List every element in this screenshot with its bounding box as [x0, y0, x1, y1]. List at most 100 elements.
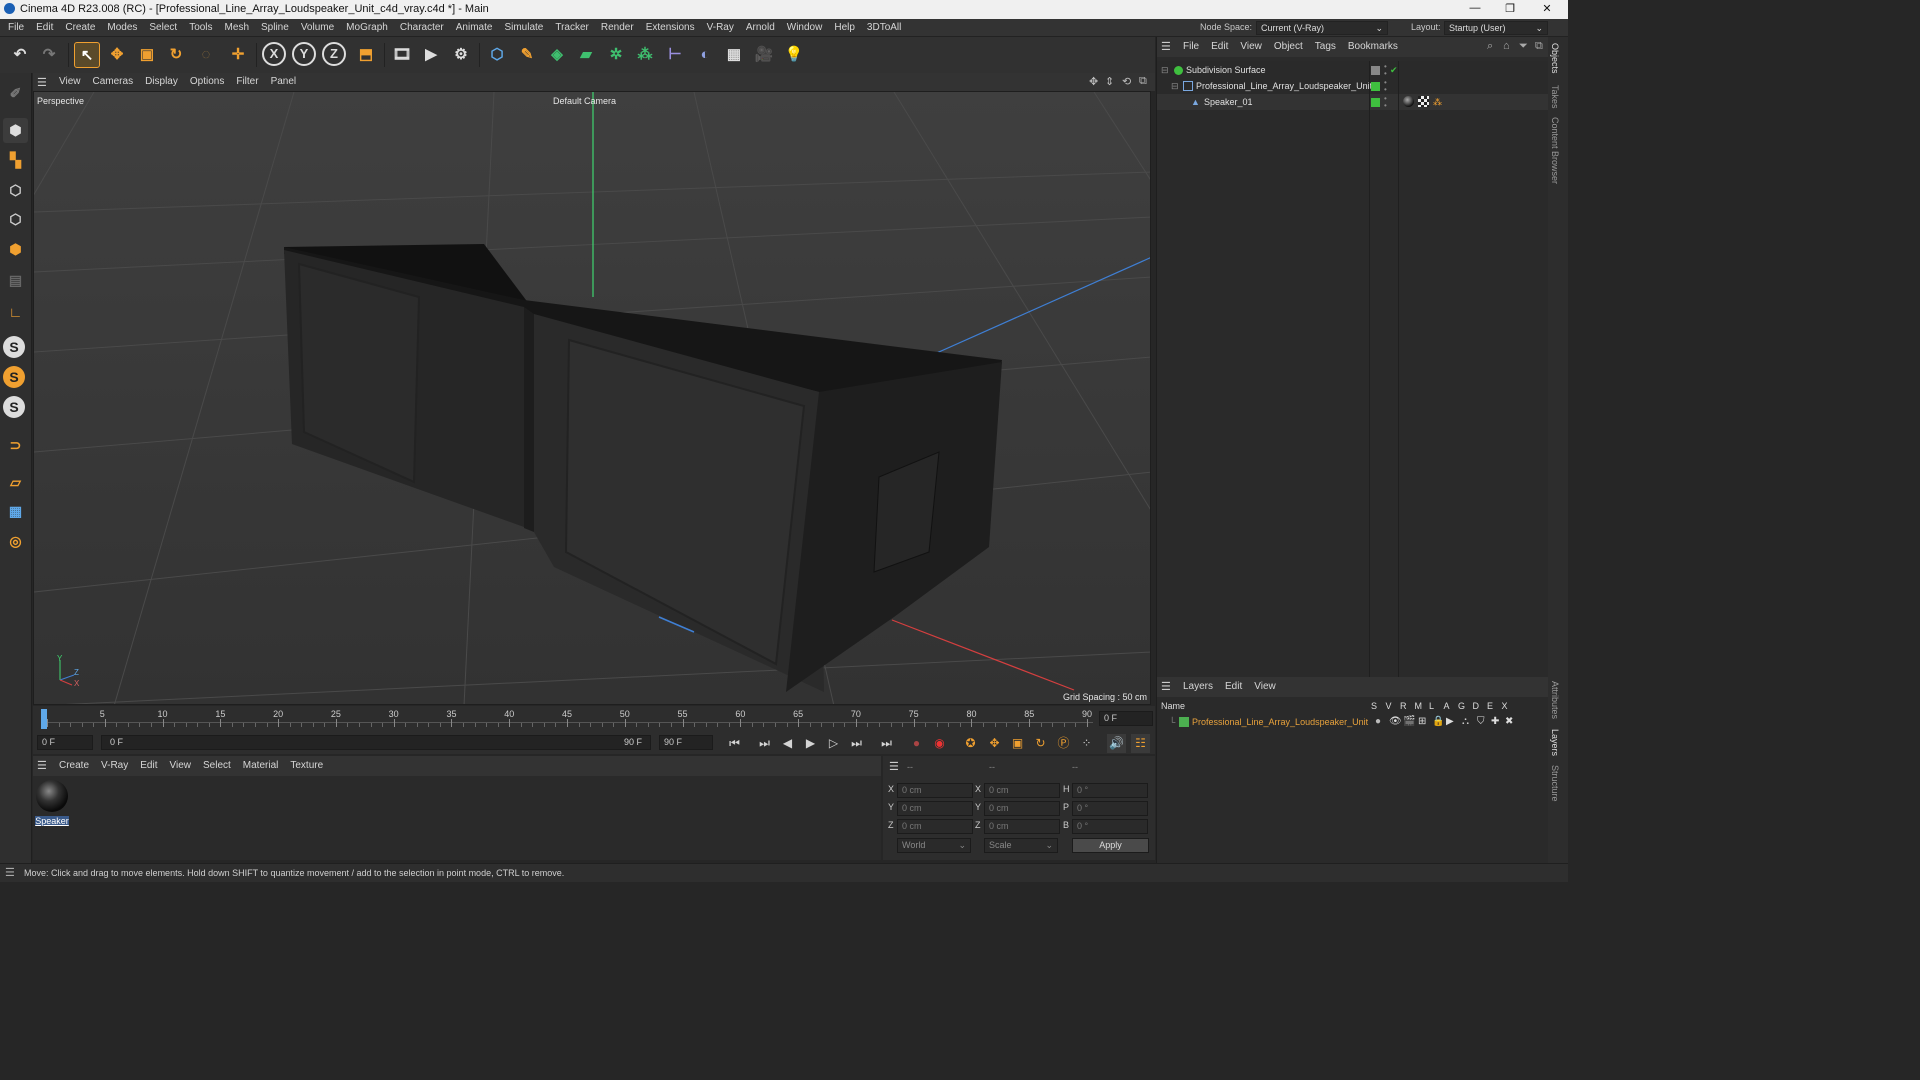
coord-value-field[interactable]: 0 cm — [984, 783, 1060, 798]
tab-takes[interactable]: Takes — [1550, 85, 1560, 109]
record-keys-icon[interactable]: ● — [907, 734, 926, 753]
go-to-end-icon[interactable]: ⏭ — [877, 734, 896, 753]
layer-color-swatch[interactable] — [1179, 717, 1189, 727]
end-frame-field[interactable]: 90 F — [659, 735, 713, 750]
close-icon[interactable]: ✕ — [1539, 2, 1555, 16]
menu-item-create[interactable]: Create — [59, 19, 101, 37]
hamburger-icon[interactable]: ☰ — [889, 760, 899, 773]
light-icon[interactable]: 💡 — [781, 42, 807, 68]
object-menu-edit[interactable]: Edit — [1205, 38, 1234, 56]
manager-icon[interactable]: ⊞ — [1418, 714, 1426, 730]
object-row-loudspeaker[interactable]: ⊟ Professional_Line_Array_Loudspeaker_Un… — [1157, 78, 1549, 94]
spline-pen-icon[interactable]: ✎ — [514, 42, 540, 68]
layer-column-header[interactable]: A — [1444, 701, 1459, 711]
snap-settings-icon[interactable]: S — [3, 366, 25, 388]
material-menu-select[interactable]: Select — [197, 757, 237, 775]
layer-column-header[interactable]: S — [1371, 701, 1386, 711]
coord-value-field[interactable]: 0 ° — [1072, 819, 1148, 834]
snap-icon[interactable]: S — [3, 336, 25, 358]
texture-mode-icon[interactable]: ▚ — [3, 148, 28, 173]
axis-mode-icon[interactable]: ∟ — [3, 300, 28, 325]
render-region-icon[interactable]: 🎞 — [389, 42, 415, 68]
rotate-view-icon[interactable]: ⟲ — [1122, 75, 1131, 88]
material-menu-texture[interactable]: Texture — [284, 757, 329, 775]
camera-icon[interactable]: 🎥 — [751, 42, 777, 68]
make-editable-icon[interactable]: ✐ — [3, 81, 28, 106]
layer-color-swatch[interactable] — [1371, 66, 1380, 75]
start-frame-field[interactable]: 0 F — [37, 735, 93, 750]
workplane-icon[interactable]: ▱ — [3, 470, 28, 495]
pan-view-icon[interactable]: ✥ — [1089, 75, 1098, 88]
tab-layers[interactable]: Layers — [1550, 729, 1560, 756]
layer-menu-edit[interactable]: Edit — [1219, 678, 1248, 696]
layer-row[interactable]: └ Professional_Line_Array_Loudspeaker_Un… — [1157, 714, 1549, 730]
extrude-icon[interactable]: ▰ — [573, 42, 599, 68]
menu-item-character[interactable]: Character — [394, 19, 450, 37]
hamburger-icon[interactable]: ☰ — [5, 864, 15, 882]
menu-item-tools[interactable]: Tools — [183, 19, 218, 37]
frame-range-slider[interactable]: 0 F 90 F — [101, 735, 651, 750]
key-rotation-icon[interactable]: ↻ — [1031, 734, 1050, 753]
grid-icon[interactable]: ▦ — [3, 499, 28, 524]
generators-icon[interactable]: ⛬ — [1462, 714, 1469, 730]
expressions-icon[interactable]: ✚ — [1491, 714, 1499, 730]
viewport-perspective[interactable]: Perspective Default Camera Grid Spacing … — [33, 91, 1151, 705]
collapse-icon[interactable]: ⊟ — [1161, 62, 1169, 78]
camera-label[interactable]: Default Camera — [553, 96, 616, 106]
cloner-icon[interactable]: ✲ — [603, 42, 629, 68]
check-icon[interactable]: ✔ — [1390, 62, 1398, 78]
menu-item-tracker[interactable]: Tracker — [549, 19, 595, 37]
texture-tag-icon[interactable] — [1418, 96, 1429, 107]
select-tool-icon[interactable]: ↖ — [74, 42, 100, 68]
go-to-start-icon[interactable]: ⏮ — [725, 734, 744, 753]
viewport-menu-filter[interactable]: Filter — [230, 73, 264, 91]
material-menu-material[interactable]: Material — [237, 757, 285, 775]
hamburger-icon[interactable]: ☰ — [37, 76, 47, 89]
menu-item-mesh[interactable]: Mesh — [219, 19, 255, 37]
viewport-menu-view[interactable]: View — [53, 73, 87, 91]
object-menu-view[interactable]: View — [1234, 38, 1268, 56]
minimize-icon[interactable]: — — [1467, 2, 1483, 16]
layer-menu-view[interactable]: View — [1248, 678, 1282, 696]
object-menu-object[interactable]: Object — [1268, 38, 1309, 56]
visibility-dots[interactable]: • • — [1384, 79, 1387, 94]
key-pla-icon[interactable]: ⁘ — [1077, 734, 1096, 753]
layer-column-header[interactable]: R — [1400, 701, 1415, 711]
object-menu-file[interactable]: File — [1177, 38, 1205, 56]
hamburger-icon[interactable]: ☰ — [37, 759, 47, 772]
move-tool-icon[interactable]: ✥ — [104, 42, 130, 68]
menu-item-help[interactable]: Help — [828, 19, 861, 37]
menu-item-3dtoall[interactable]: 3DToAll — [861, 19, 907, 37]
deformer-icon[interactable]: ⊢ — [662, 42, 688, 68]
render-icon[interactable]: 🎬 — [1403, 714, 1415, 730]
search-icon[interactable]: ⌕ — [1487, 40, 1493, 53]
object-row-subdivision[interactable]: ⊟ Subdivision Surface • • ✔ — [1157, 62, 1549, 78]
menu-item-simulate[interactable]: Simulate — [498, 19, 549, 37]
view-visibility-icon[interactable]: 👁 — [1389, 714, 1402, 730]
coord-value-field[interactable]: 0 cm — [984, 819, 1060, 834]
layer-column-header[interactable]: E — [1487, 701, 1502, 711]
play-icon[interactable]: ▶ — [801, 734, 820, 753]
field-icon[interactable]: ◐ — [692, 42, 718, 68]
menu-item-arnold[interactable]: Arnold — [740, 19, 781, 37]
tab-content-browser[interactable]: Content Browser — [1550, 117, 1560, 184]
coord-value-field[interactable]: 0 cm — [984, 801, 1060, 816]
menu-item-modes[interactable]: Modes — [101, 19, 143, 37]
new-window-icon[interactable]: ⧉ — [1535, 40, 1543, 53]
viewport-menu-cameras[interactable]: Cameras — [87, 73, 140, 91]
home-icon[interactable]: ⌂ — [1503, 40, 1510, 52]
layer-column-header[interactable]: D — [1473, 701, 1488, 711]
menu-item-render[interactable]: Render — [595, 19, 640, 37]
layout-select[interactable]: Startup (User) ⌄ — [1444, 21, 1548, 35]
material-swatch-speaker[interactable]: Speaker — [35, 779, 69, 826]
render-view-icon[interactable]: ▶ — [418, 42, 444, 68]
subdivision-surface-icon[interactable]: ◈ — [544, 42, 570, 68]
visibility-dots[interactable]: • • — [1384, 95, 1387, 110]
cube-primitive-icon[interactable]: ⬡ — [484, 42, 510, 68]
node-space-select[interactable]: Current (V-Ray) ⌄ — [1256, 21, 1388, 35]
next-frame-icon[interactable]: ▷ — [824, 734, 843, 753]
locked-workplane-icon[interactable]: ◎ — [3, 529, 28, 554]
undo-icon[interactable]: ↶ — [7, 42, 33, 68]
coord-value-field[interactable]: 0 ° — [1072, 783, 1148, 798]
coordinate-system-select[interactable]: World ⌄ — [897, 838, 971, 853]
